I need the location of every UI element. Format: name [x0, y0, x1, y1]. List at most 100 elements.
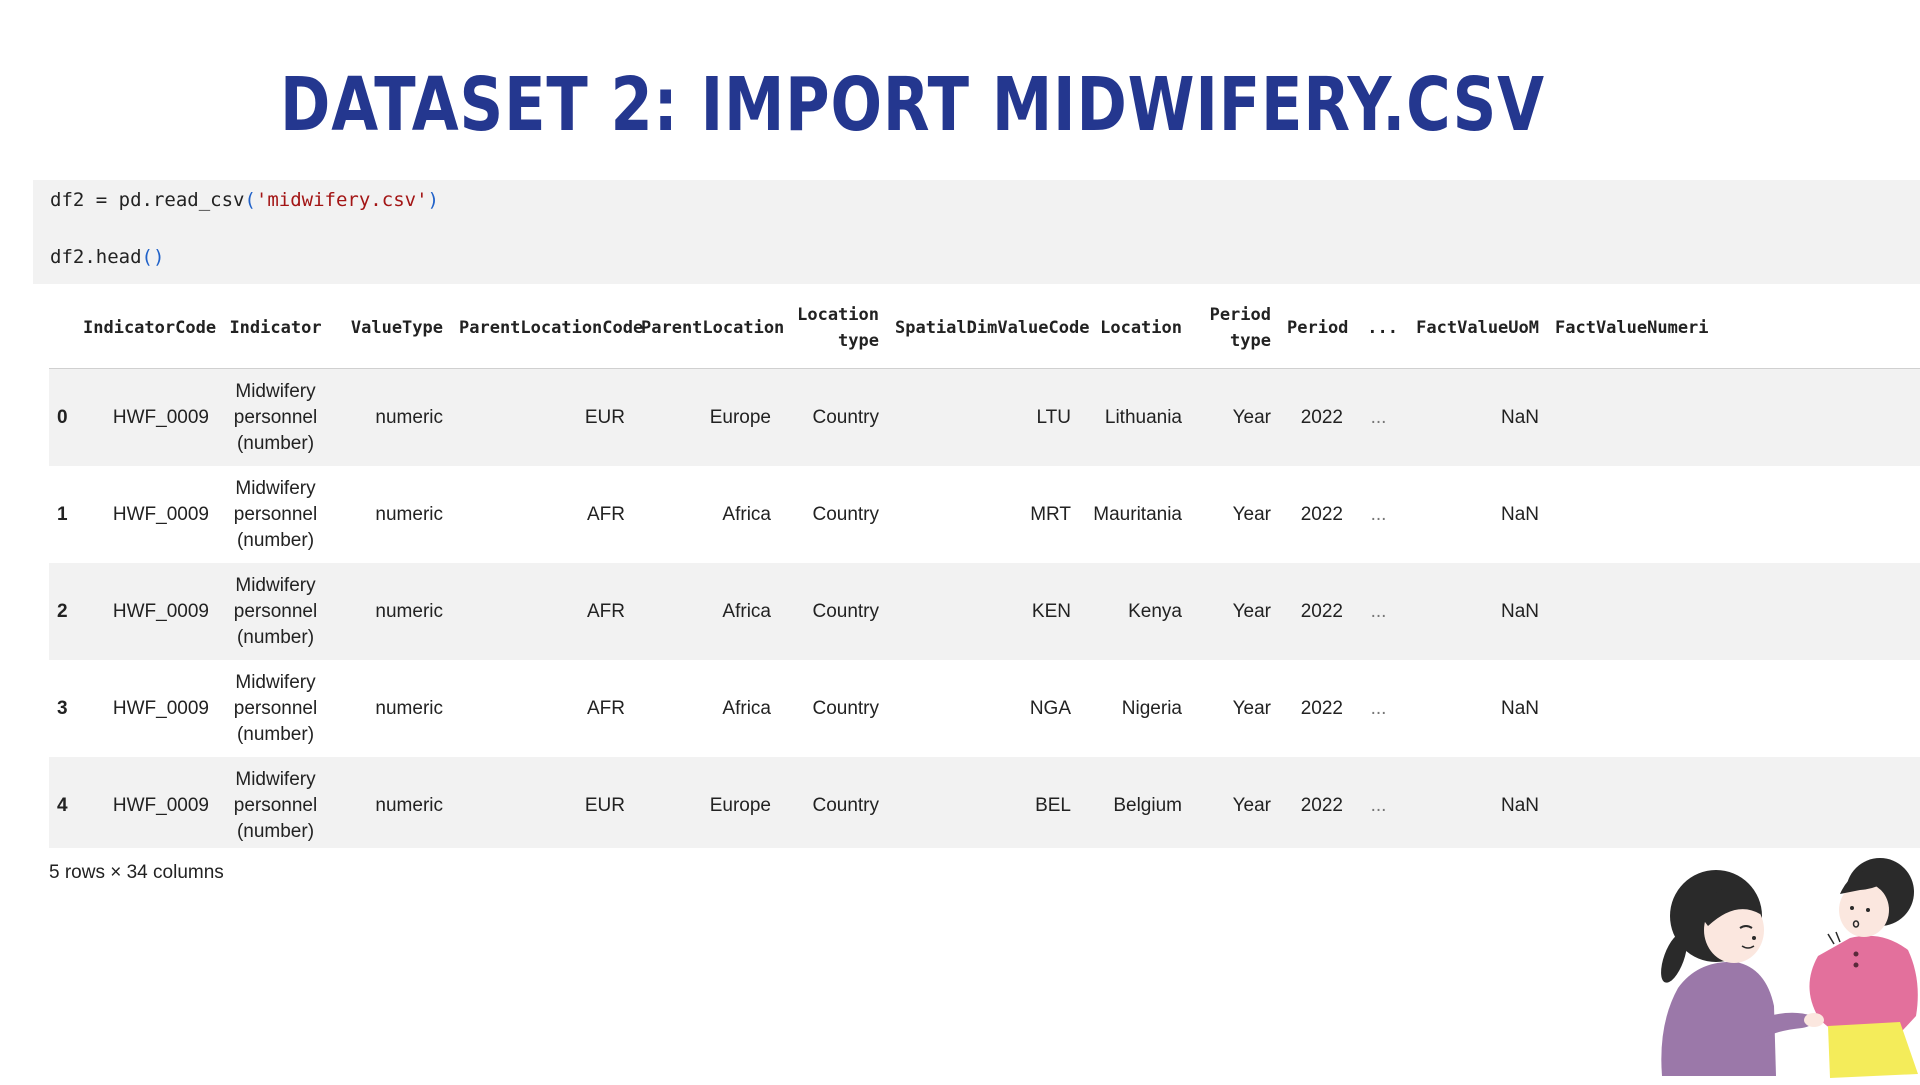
table-cell: NaN: [1406, 757, 1547, 848]
table-row: 1 HWF_0009 Midwifery personnel (number) …: [49, 466, 1920, 563]
dataframe-table: IndicatorCode Indicator ValueType Parent…: [49, 288, 1920, 848]
table-cell: Europe: [633, 757, 779, 848]
table-cell: NaN: [1406, 368, 1547, 466]
column-header: Period: [1279, 288, 1351, 369]
table-cell: EUR: [451, 757, 633, 848]
dataframe-output: IndicatorCode Indicator ValueType Parent…: [49, 288, 1920, 848]
table-cell: Country: [812, 697, 879, 719]
table-cell: NaN: [1500, 503, 1539, 525]
column-header: FactValueNumeri: [1547, 288, 1920, 369]
table-cell: Africa: [722, 697, 771, 719]
ellipsis-cell: ...: [1351, 757, 1406, 848]
table-cell: 2022: [1300, 503, 1343, 525]
table-cell: [1547, 660, 1920, 757]
table-cell: AFR: [587, 503, 625, 525]
code-paren: ): [427, 189, 439, 211]
table-cell: EUR: [451, 368, 633, 466]
table-cell: Year: [1190, 757, 1279, 848]
ellipsis-cell: ...: [1370, 697, 1387, 719]
table-cell: [1547, 368, 1920, 466]
table-cell: Kenya: [1079, 563, 1190, 660]
table-cell: Year: [1190, 563, 1279, 660]
column-header: Location type: [779, 288, 887, 369]
row-index: 3: [57, 697, 68, 719]
code-paren: (): [141, 246, 165, 268]
midwife-illustration: [1650, 838, 1920, 1080]
column-header: Indicator: [217, 288, 334, 369]
table-cell: HWF_0009: [75, 757, 217, 848]
row-index: 4: [49, 757, 75, 848]
table-cell: Country: [779, 563, 887, 660]
table-cell: Midwifery personnel (number): [233, 671, 318, 745]
table-cell: Year: [1232, 503, 1271, 525]
table-cell: numeric: [375, 697, 443, 719]
table-cell: NaN: [1406, 563, 1547, 660]
table-cell: Europe: [633, 368, 779, 466]
table-row: 0 HWF_0009 Midwifery personnel (number) …: [49, 368, 1920, 466]
table-row: 2 HWF_0009 Midwifery personnel (number) …: [49, 563, 1920, 660]
table-cell: Midwifery personnel (number): [217, 368, 334, 466]
header-row: IndicatorCode Indicator ValueType Parent…: [49, 288, 1920, 369]
code-text: df2 = pd.read_csv: [50, 189, 245, 211]
ellipsis-cell: ...: [1370, 503, 1387, 525]
table-cell: KEN: [887, 563, 1079, 660]
table-cell: Year: [1190, 368, 1279, 466]
table-cell: [1547, 563, 1920, 660]
code-text: df2.head: [50, 246, 142, 268]
table-cell: HWF_0009: [75, 368, 217, 466]
code-string-literal: 'midwifery.csv': [255, 189, 428, 211]
table-cell: NGA: [1029, 697, 1071, 719]
table-cell: Lithuania: [1079, 368, 1190, 466]
table-cell: HWF_0009: [75, 563, 217, 660]
table-cell: Belgium: [1079, 757, 1190, 848]
table-cell: HWF_0009: [112, 697, 209, 719]
row-index: 0: [49, 368, 75, 466]
column-header: SpatialDimValueCode: [887, 288, 1089, 369]
column-header: ValueType: [334, 288, 451, 369]
code-cell[interactable]: df2 = pd.read_csv('midwifery.csv') df2.h…: [33, 180, 1920, 284]
table-cell: numeric: [334, 563, 451, 660]
ellipsis-cell: ...: [1351, 563, 1406, 660]
column-header: Location: [1079, 288, 1190, 369]
table-cell: NaN: [1500, 697, 1539, 719]
table-cell: Year: [1232, 697, 1271, 719]
dataframe-shape-label: 5 rows × 34 columns: [49, 862, 224, 883]
column-header-index: [49, 288, 75, 369]
slide-title: DATASET 2: IMPORT MIDWIFERY.CSV: [280, 62, 1545, 148]
table-cell: Country: [812, 503, 879, 525]
row-index: 1: [57, 503, 68, 525]
code-line-read-csv: df2 = pd.read_csv('midwifery.csv'): [50, 189, 439, 211]
column-header: ParentLocationCode: [451, 288, 643, 369]
table-cell: LTU: [887, 368, 1079, 466]
table-cell: Africa: [633, 563, 779, 660]
table-cell: [1547, 757, 1920, 848]
code-line-head: df2.head(): [50, 246, 164, 268]
table-row: 4 HWF_0009 Midwifery personnel (number) …: [49, 757, 1920, 848]
table-cell: 2022: [1279, 563, 1351, 660]
table-cell: numeric: [334, 368, 451, 466]
column-header: ...: [1351, 288, 1406, 369]
table-cell: Midwifery personnel (number): [217, 757, 334, 848]
table-cell: Country: [779, 757, 887, 848]
table-cell: HWF_0009: [112, 503, 209, 525]
table-cell: AFR: [587, 697, 625, 719]
table-cell: [1547, 466, 1920, 563]
table-cell: Midwifery personnel (number): [233, 477, 318, 551]
code-paren: (: [244, 189, 256, 211]
table-cell: BEL: [887, 757, 1079, 848]
table-cell: 2022: [1279, 368, 1351, 466]
table-cell: AFR: [451, 563, 633, 660]
table-cell: numeric: [334, 757, 451, 848]
table-cell: numeric: [375, 503, 443, 525]
midwife-with-pregnant-woman-illustration: [1661, 858, 1918, 1078]
table-cell: Nigeria: [1121, 697, 1182, 719]
table-cell: 2022: [1279, 757, 1351, 848]
table-cell: 2022: [1300, 697, 1343, 719]
column-header: Period type: [1190, 288, 1279, 369]
table-cell: Africa: [722, 503, 771, 525]
row-index: 2: [49, 563, 75, 660]
column-header: IndicatorCode: [75, 288, 217, 369]
table-cell: MRT: [1030, 503, 1071, 525]
ellipsis-cell: ...: [1351, 368, 1406, 466]
table-row: 3 HWF_0009 Midwifery personnel (number) …: [49, 660, 1920, 757]
